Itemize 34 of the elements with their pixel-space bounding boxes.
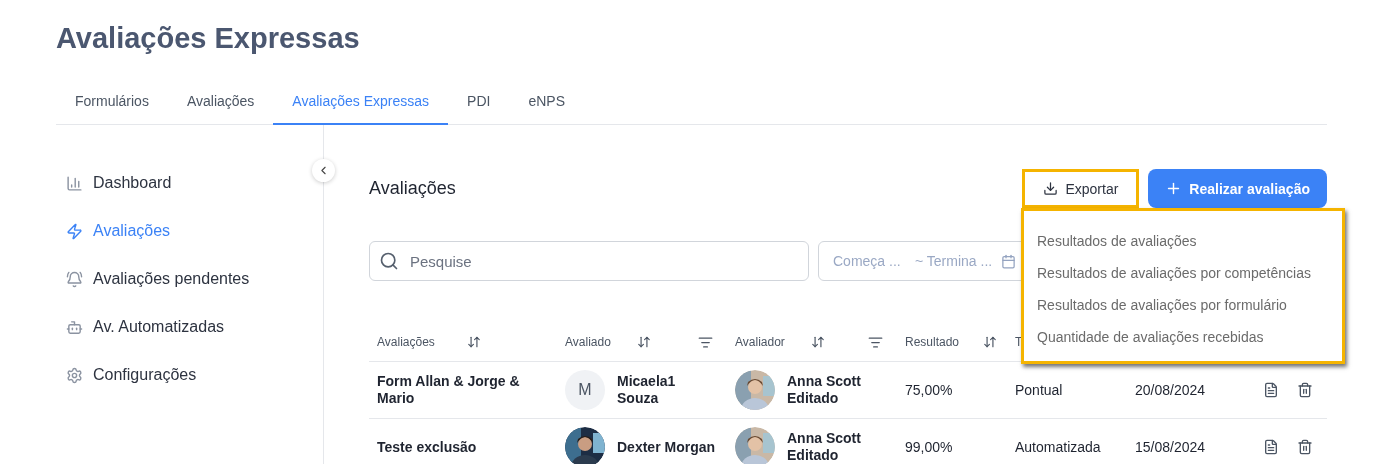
person-name: Micaela1 Souza (617, 373, 677, 407)
tab[interactable]: PDI (448, 83, 510, 125)
sidebar-item[interactable]: Av. Automatizadas (56, 303, 299, 351)
sidebar-item[interactable]: Dashboard (56, 159, 299, 207)
result-value: 99,00% (905, 439, 953, 455)
tab[interactable]: Avaliações Expressas (273, 83, 449, 125)
date-value: 15/08/2024 (1135, 439, 1206, 455)
export-button[interactable]: Exportar (1022, 169, 1140, 208)
date-value: 20/08/2024 (1135, 382, 1206, 398)
sidebar-item[interactable]: Avaliações (56, 207, 299, 255)
menu-item[interactable]: Resultados de avaliações por formulário (1037, 289, 1329, 321)
type-value: Automatizada (1015, 439, 1101, 455)
evaluation-name: Teste exclusão (377, 438, 477, 456)
avatar: M (565, 370, 605, 410)
type-value: Pontual (1015, 382, 1063, 398)
evaluation-name: Form Allan & Jorge & Mario (377, 373, 521, 407)
tab[interactable]: eNPS (509, 83, 584, 125)
new-evaluation-button[interactable]: Realizar avaliação (1148, 169, 1327, 208)
section-title: Avaliações (369, 178, 456, 199)
column-header: Resultado (905, 335, 960, 349)
tab[interactable]: Avaliações (167, 83, 274, 125)
result-value: 75,00% (905, 382, 953, 398)
person-name: Anna Scott Editado (787, 430, 862, 464)
column-header: Avaliado (565, 335, 611, 349)
sidebar-item[interactable]: Configurações (56, 351, 299, 399)
tab[interactable]: Formulários (56, 83, 168, 125)
person-name: Dexter Morgan (617, 438, 716, 456)
search-field[interactable]: Pesquise (369, 241, 809, 281)
column-header: Avaliações (377, 335, 435, 349)
page-title: Avaliações Expressas (56, 21, 361, 56)
sidebar-item[interactable]: Avaliações pendentes (56, 255, 299, 303)
person-name: Anna Scott Editado (787, 373, 862, 407)
column-header: Avaliador (735, 335, 785, 349)
menu-item[interactable]: Quantidade de avaliações recebidas (1037, 321, 1329, 353)
